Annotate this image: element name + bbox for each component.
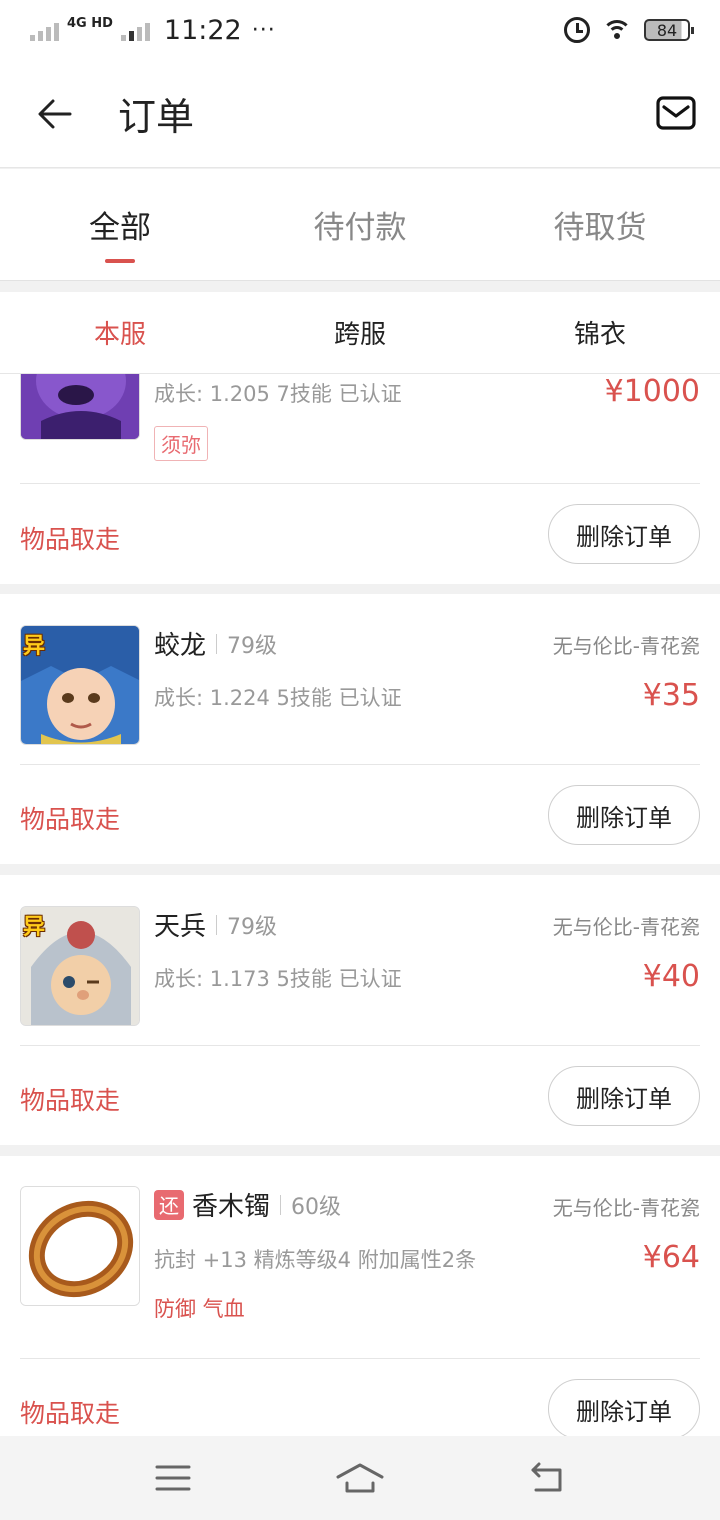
item-image[interactable] — [20, 374, 140, 440]
item-name: 蛟龙 — [154, 631, 207, 661]
item-stats: 成长: 1.205 7技能 已认证 — [154, 382, 402, 406]
item-stats: 抗封 +13 精炼等级4 附加属性2条 — [154, 1248, 477, 1272]
order-price: ¥1000 — [604, 374, 700, 409]
item-stats: 成长: 1.224 5技能 已认证 — [154, 686, 402, 710]
back-icon — [531, 1462, 562, 1492]
item-level: 79级 — [227, 633, 278, 659]
order-card: 还 香木镯 60级 无与伦比-青花瓷 抗封 +13 精炼等级4 附加属性2条 ¥… — [0, 1156, 720, 1436]
order-price: ¥64 — [642, 1240, 700, 1275]
order-status: 物品取走 — [20, 1399, 121, 1428]
item-image[interactable]: 异 — [20, 906, 140, 1026]
menu-button[interactable] — [148, 1458, 198, 1498]
divider — [20, 1045, 700, 1046]
item-level: 60级 — [291, 1194, 342, 1220]
more-dots: ··· — [251, 17, 276, 43]
item-title-row: 蛟龙 79级 — [154, 625, 277, 662]
subtab-local-server[interactable]: 本服 — [0, 292, 240, 373]
alarm-icon — [564, 17, 590, 43]
app-header: 订单 — [0, 60, 720, 168]
delete-order-button[interactable]: 删除订单 — [548, 785, 700, 845]
separator — [216, 633, 218, 654]
return-tag: 还 — [154, 1189, 184, 1220]
server-name: 无与伦比-青花瓷 — [552, 915, 700, 939]
mail-button[interactable] — [656, 95, 698, 132]
divider — [20, 764, 700, 765]
item-name: 天兵 — [154, 912, 207, 942]
variant-badge: 异 — [23, 915, 46, 940]
delete-order-button[interactable]: 删除订单 — [548, 1379, 700, 1436]
order-card: 异 天兵 79级 无与伦比-青花瓷 成长: 1.173 5技能 已认证 ¥40 … — [0, 875, 720, 1145]
item-name: 香木镯 — [192, 1192, 271, 1222]
signal-icon-2 — [120, 19, 150, 41]
wooden-bracelet-image — [21, 1187, 139, 1305]
order-list[interactable]: 成长: 1.205 7技能 已认证 ¥1000 须弥 物品取走 删除订单 异 蛟… — [0, 374, 720, 1436]
sub-tabs: 本服 跨服 锦衣 — [0, 292, 720, 374]
home-button[interactable] — [335, 1458, 385, 1498]
delete-order-button[interactable]: 删除订单 — [548, 504, 700, 564]
system-nav-bar — [0, 1436, 720, 1520]
back-nav-button[interactable] — [522, 1458, 572, 1498]
server-name: 无与伦比-青花瓷 — [552, 1196, 700, 1220]
divider — [20, 483, 700, 484]
separator — [280, 1194, 282, 1215]
tab-all[interactable]: 全部 — [0, 169, 240, 280]
arrow-left-icon — [38, 99, 72, 128]
order-status: 物品取走 — [20, 525, 121, 554]
item-level: 79级 — [227, 914, 278, 940]
item-title-row: 还 香木镯 60级 — [154, 1186, 341, 1223]
item-tag: 须弥 — [154, 426, 208, 461]
order-price: ¥35 — [642, 678, 700, 713]
mail-icon — [656, 95, 696, 130]
tab-pending-payment[interactable]: 待付款 — [240, 169, 480, 280]
wifi-icon — [602, 18, 632, 42]
item-title-row: 天兵 79级 — [154, 906, 277, 943]
menu-icon — [155, 1465, 191, 1491]
subtab-outfit[interactable]: 锦衣 — [480, 292, 720, 373]
delete-order-button[interactable]: 删除订单 — [548, 1066, 700, 1126]
status-time: 11:22 — [163, 14, 242, 46]
tab-pending-pickup[interactable]: 待取货 — [480, 169, 720, 280]
subtab-cross-server[interactable]: 跨服 — [240, 292, 480, 373]
status-bar: 4G HD 11:22 ··· 84 — [0, 0, 720, 60]
signal-icon-1 — [30, 19, 59, 41]
network-type: 4G HD — [67, 16, 113, 31]
divider — [20, 1358, 700, 1359]
order-status: 物品取走 — [20, 1086, 121, 1115]
main-tabs: 全部 待付款 待取货 — [0, 169, 720, 281]
item-image[interactable]: 异 — [20, 625, 140, 745]
separator — [216, 914, 218, 935]
variant-badge: 异 — [23, 634, 46, 659]
page-title: 订单 — [118, 95, 195, 139]
home-icon — [336, 1463, 384, 1493]
item-image[interactable] — [20, 1186, 140, 1306]
battery-icon: 84 — [644, 19, 694, 41]
item-attributes: 防御 气血 — [154, 1297, 245, 1321]
order-price: ¥40 — [642, 959, 700, 994]
order-card: 异 蛟龙 79级 无与伦比-青花瓷 成长: 1.224 5技能 已认证 ¥35 … — [0, 594, 720, 864]
back-button[interactable] — [30, 89, 80, 139]
order-status: 物品取走 — [20, 805, 121, 834]
purple-monster-image — [21, 374, 139, 439]
order-card: 成长: 1.205 7技能 已认证 ¥1000 须弥 物品取走 删除订单 — [0, 374, 720, 584]
item-stats: 成长: 1.173 5技能 已认证 — [154, 967, 402, 991]
server-name: 无与伦比-青花瓷 — [552, 634, 700, 658]
